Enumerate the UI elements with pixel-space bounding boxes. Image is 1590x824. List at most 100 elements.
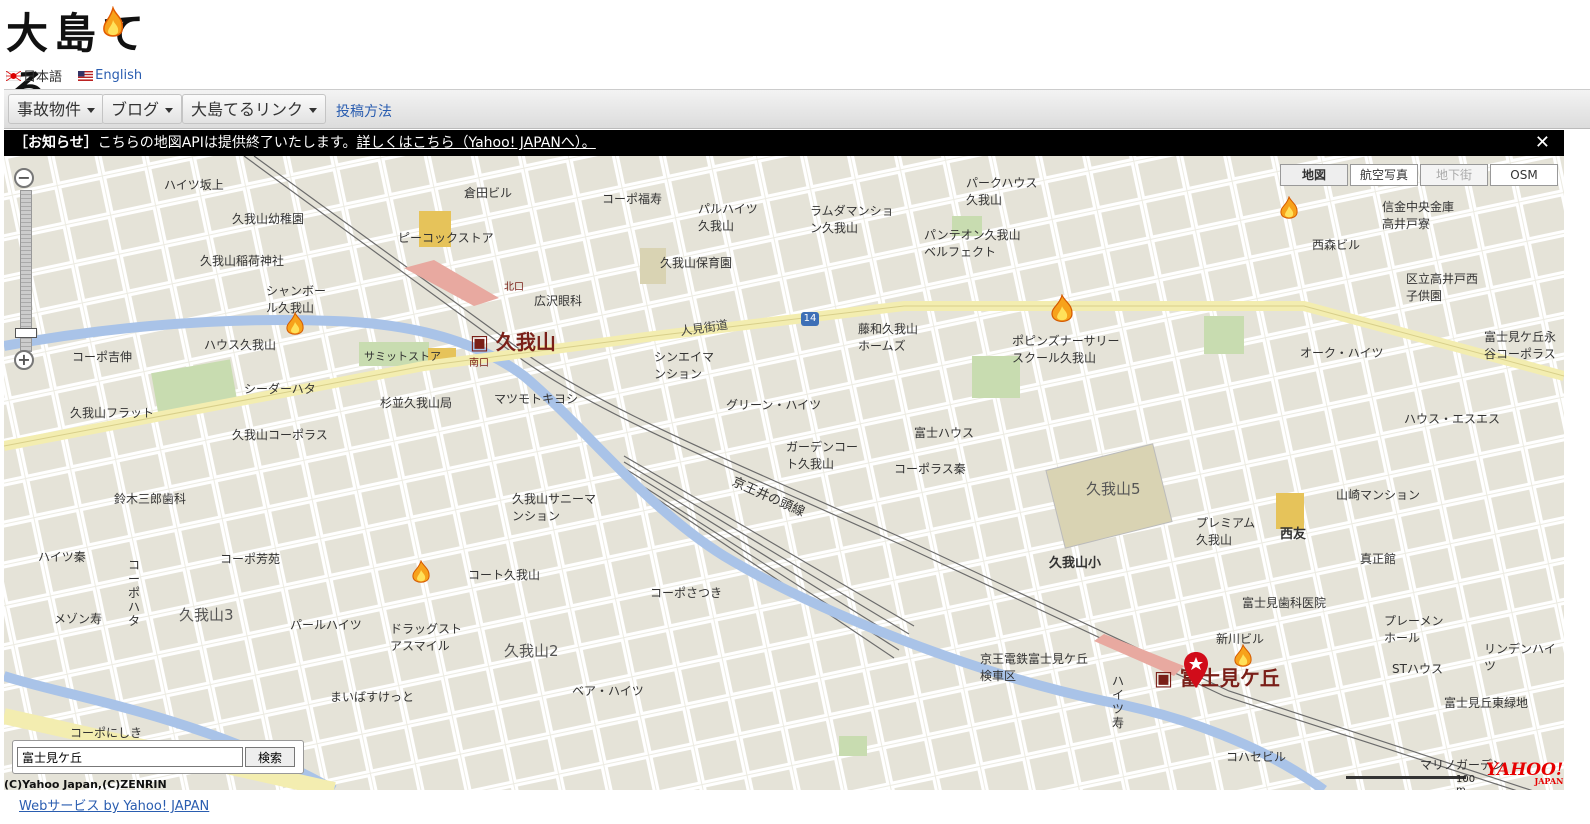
poi-label: 久我山保育園 xyxy=(660,256,733,270)
poi-label: 西森ビル xyxy=(1312,238,1361,252)
zoom-out-icon[interactable]: − xyxy=(14,168,34,188)
poi-label: 杉並久我山局 xyxy=(380,396,453,410)
poi-label: 藤和久我山ホームズ xyxy=(858,322,919,353)
caret-down-icon xyxy=(87,108,96,113)
district-5: 久我山5 xyxy=(1086,480,1141,498)
japan-flag-icon xyxy=(6,70,21,81)
menu-blog[interactable]: ブログ xyxy=(102,94,183,124)
zoom-in-icon[interactable]: + xyxy=(14,350,34,370)
store-label: 西友 xyxy=(1280,527,1307,542)
location-pin-icon[interactable] xyxy=(1184,652,1208,688)
search-input[interactable] xyxy=(17,747,243,767)
scale-label: 100 m xyxy=(1456,774,1476,790)
poi-label: 鈴木三郎歯科 xyxy=(114,492,187,506)
map-scale: 100 m xyxy=(1346,770,1486,790)
poi-label: コーポハタ xyxy=(128,558,141,628)
poi-label: シンエイマンション xyxy=(654,350,715,381)
station-kugayama[interactable]: ▣ 久我山 xyxy=(470,326,556,355)
zoom-control: − + xyxy=(12,168,38,370)
route-number: 14 xyxy=(801,312,819,326)
site-logo[interactable]: 大島てる xyxy=(6,6,196,114)
map-canvas[interactable]: ▣ 久我山 ▣ 富士見ケ丘 北口 南口 京王井の頭線 人見街道 14 久我山5 … xyxy=(4,156,1564,790)
main-navbar: 事故物件 ブログ 大島てるリンク 投稿方法 xyxy=(4,89,1590,129)
poi-label: 富士見ケ丘永谷コーポラス xyxy=(1484,330,1557,361)
zoom-slider-handle[interactable] xyxy=(15,328,37,338)
poi-label: パークハウス久我山 xyxy=(966,176,1038,207)
poi-label: コーポラス秦 xyxy=(894,462,966,476)
menu-accident-property[interactable]: 事故物件 xyxy=(8,94,105,124)
station-kugayama-label: 久我山 xyxy=(495,330,556,354)
poi-label: メゾン寿 xyxy=(54,612,103,626)
train-icon: ▣ xyxy=(1154,666,1173,690)
close-icon[interactable]: ✕ xyxy=(1535,130,1550,156)
exit-south: 南口 xyxy=(469,358,489,369)
district-3: 久我山3 xyxy=(179,606,234,624)
search-button[interactable]: 検索 xyxy=(245,747,295,767)
post-method-link[interactable]: 投稿方法 xyxy=(336,101,392,121)
poi-label: ドラッグストアスマイル xyxy=(390,622,463,653)
poi-label: マツモトキヨシ xyxy=(494,392,579,406)
poi-label: ベア・ハイツ xyxy=(572,684,644,698)
poi-label: コーポ福寿 xyxy=(602,192,663,206)
poi-label: 倉田ビル xyxy=(464,186,513,200)
language-selector: 日本語 English xyxy=(6,66,154,85)
menu-links[interactable]: 大島てるリンク xyxy=(182,94,327,124)
poi-label: コーポ芳苑 xyxy=(220,552,281,566)
scale-bar xyxy=(1346,776,1466,779)
caret-down-icon xyxy=(165,108,174,113)
yahoo-logo[interactable]: YAHOO! JAPAN xyxy=(1486,760,1563,786)
poi-label: 区立高井戸西子供園 xyxy=(1406,272,1479,303)
flame-icon[interactable] xyxy=(1278,196,1300,222)
map-type-map[interactable]: 地図 xyxy=(1280,164,1348,186)
poi-label: コーポさつき xyxy=(650,586,723,600)
poi-label: 京王電鉄富士見ケ丘検車区 xyxy=(980,652,1089,683)
poi-label: サミットストア xyxy=(364,350,441,363)
poi-label: 久我山サニーマンション xyxy=(512,492,597,523)
school-label: 久我山小 xyxy=(1049,556,1102,571)
poi-label: ポピンズナーサリースクール久我山 xyxy=(1012,334,1120,365)
map-type-osm[interactable]: OSM xyxy=(1490,164,1558,186)
train-icon: ▣ xyxy=(470,330,489,354)
notice-label: ［お知らせ］ xyxy=(14,135,98,151)
webservice-link[interactable]: Webサービス by Yahoo! JAPAN xyxy=(19,795,209,814)
poi-label: 広沢眼科 xyxy=(534,294,583,308)
poi-label: ピーコックストア xyxy=(398,231,494,245)
flame-icon[interactable] xyxy=(1048,294,1076,326)
map-type-aerial[interactable]: 航空写真 xyxy=(1350,164,1418,186)
notice-text: こちらの地図APIは提供終了いたします。 xyxy=(97,135,357,151)
poi-label: STハウス xyxy=(1392,662,1443,676)
poi-label: パールハイツ xyxy=(290,618,362,632)
us-flag-icon xyxy=(78,70,94,81)
notice-link[interactable]: 詳しくはこちら（Yahoo! JAPANへ）。 xyxy=(356,135,595,151)
poi-label: コート久我山 xyxy=(468,568,541,582)
notice-bar: ［お知らせ］こちらの地図APIは提供終了いたします。詳しくはこちら（Yahoo!… xyxy=(4,130,1564,156)
map-type-underground[interactable]: 地下街 xyxy=(1420,164,1488,186)
poi-label: ガーデンコート久我山 xyxy=(786,440,859,471)
flame-icon[interactable] xyxy=(410,560,432,586)
poi-label: リンデンハイツ xyxy=(1484,642,1556,673)
menu-accident-property-label: 事故物件 xyxy=(17,100,82,119)
lang-english-label: English xyxy=(95,68,143,83)
poi-label: グリーン・ハイツ xyxy=(726,398,822,412)
poi-label: パンテオン久我山ベルフェクト xyxy=(924,228,1021,259)
poi-label: ハイツ秦 xyxy=(38,550,86,564)
poi-label: シャンボール久我山 xyxy=(266,284,327,315)
poi-label: 真正館 xyxy=(1360,552,1397,566)
poi-label: 信金中央金庫高井戸寮 xyxy=(1382,200,1455,231)
poi-label: ハイツ寿 xyxy=(1112,674,1125,730)
poi-label: まいばすけっと xyxy=(330,690,415,704)
poi-label: シーダーハタ xyxy=(244,382,316,396)
poi-label: 久我山稲荷神社 xyxy=(200,254,285,268)
lang-japanese[interactable]: 日本語 xyxy=(6,66,62,85)
map-type-switcher: 地図 航空写真 地下街 OSM xyxy=(1280,164,1558,186)
map-copyright: (C)Yahoo Japan,(C)ZENRIN xyxy=(4,778,167,791)
poi-label: 久我山コーポラス xyxy=(232,428,328,442)
poi-label: ラムダマンション久我山 xyxy=(810,204,894,235)
flame-icon[interactable] xyxy=(284,312,306,338)
poi-label: ハイツ坂上 xyxy=(164,178,224,192)
poi-label: パルハイツ久我山 xyxy=(698,202,758,233)
station-fujimigaoka[interactable]: ▣ 富士見ケ丘 xyxy=(1154,662,1280,691)
flame-icon[interactable] xyxy=(1232,644,1254,670)
poi-label: 山崎マンション xyxy=(1336,488,1421,502)
lang-english[interactable]: English xyxy=(78,68,142,83)
